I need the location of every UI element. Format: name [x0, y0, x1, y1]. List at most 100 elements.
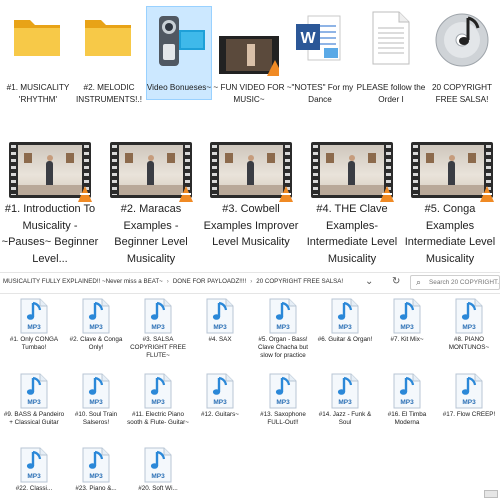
- breadcrumb: MUSICALITY FULLY EXPLAINED!! ~Never miss…: [3, 278, 343, 285]
- file-type-badge: MP3: [213, 399, 227, 406]
- mp3-file-name: #6. Guitar & Organ!: [317, 336, 373, 343]
- music-disc-icon: [434, 10, 490, 70]
- mp3-file-name: #22. Classi...: [15, 485, 53, 492]
- mp3-file-icon: MP3: [144, 298, 172, 334]
- video-thumbnail-4[interactable]: [311, 142, 394, 202]
- resize-grip: [484, 490, 498, 498]
- file-type-badge: MP3: [338, 324, 352, 331]
- mp3-file-name: #5. Organ - Bass! Clave Chacha but slow …: [257, 336, 309, 359]
- mp3-file-icon: MP3: [144, 373, 172, 409]
- mp3-file-name: #13. Saxophone FULL-Out!!: [260, 411, 306, 426]
- mp3-file-name: #1. Only CONGA Tumbao!: [9, 336, 59, 351]
- mp3-file-icon: MP3: [269, 298, 297, 334]
- video-thumbnail-5[interactable]: [411, 142, 494, 202]
- mp3-file-name: #23. Piano &...: [75, 485, 117, 492]
- vlc-cone-icon: [279, 186, 293, 202]
- mp3-file-icon: MP3: [20, 373, 48, 409]
- file-type-badge: MP3: [276, 399, 290, 406]
- file-type-badge: MP3: [151, 324, 165, 331]
- folder-label: #1. MUSICALITY 'RHYTHM': [6, 83, 70, 104]
- breadcrumb-item[interactable]: MUSICALITY FULLY EXPLAINED!! ~Never miss…: [3, 278, 163, 285]
- mp3-file-name: #14. Jazz - Funk & Soul: [318, 411, 372, 426]
- camcorder-icon: [153, 10, 209, 72]
- breadcrumb-separator-icon: ›: [250, 278, 253, 285]
- file-label: PLEASE follow the Order I: [356, 83, 426, 104]
- search-icon: ⌕: [416, 277, 422, 287]
- mp3-file-icon: MP3: [269, 373, 297, 409]
- mp3-file-name: #20. Soft Wi...: [138, 485, 178, 492]
- video-label[interactable]: #2. Maracas Examples - Beginner Level Mu…: [101, 201, 201, 267]
- mp3-file-icon: MP3: [206, 373, 234, 409]
- file-type-badge: MP3: [400, 399, 414, 406]
- folder-icon: [83, 14, 133, 60]
- breadcrumb-item[interactable]: DONE FOR PAYLOADZ!!!!: [173, 278, 246, 285]
- video-thumbnail-3[interactable]: [210, 142, 293, 202]
- vlc-cone-icon: [480, 186, 494, 202]
- video-file-icon: [219, 36, 279, 76]
- file-type-badge: MP3: [276, 324, 290, 331]
- mp3-file-name: #8. PIANO MONTUNOS~: [448, 336, 490, 351]
- breadcrumb-separator-icon: ›: [166, 278, 169, 285]
- mp3-file-icon: MP3: [20, 298, 48, 334]
- file-type-badge: MP3: [462, 399, 476, 406]
- mp3-file-icon: MP3: [393, 298, 421, 334]
- file-label: Video Bonueses~: [146, 83, 212, 92]
- file-label: ~ FUN VIDEO FOR MUSIC~: [213, 83, 285, 104]
- file-type-badge: MP3: [89, 473, 103, 480]
- mp3-file-name: #9. BASS & Pandeiro + Classical Guitar: [3, 411, 65, 426]
- video-label[interactable]: #3. Cowbell Examples Improver Level Musi…: [201, 201, 301, 251]
- mp3-file-icon: MP3: [82, 447, 110, 483]
- vlc-cone-icon: [78, 186, 92, 202]
- file-type-badge: MP3: [400, 324, 414, 331]
- vlc-cone-icon: [179, 186, 193, 202]
- mp3-file-icon: MP3: [331, 373, 359, 409]
- svg-text:W: W: [300, 30, 316, 47]
- mp3-file-name: #4. SAX: [208, 336, 232, 343]
- mp3-file-icon: MP3: [455, 298, 483, 334]
- file-type-badge: MP3: [151, 473, 165, 480]
- mp3-file-icon: MP3: [331, 298, 359, 334]
- file-type-badge: MP3: [27, 324, 41, 331]
- address-bar[interactable]: MUSICALITY FULLY EXPLAINED!! ~Never miss…: [0, 272, 500, 294]
- file-type-badge: MP3: [89, 324, 103, 331]
- search-input[interactable]: [429, 277, 499, 288]
- video-thumbnail-1[interactable]: [9, 142, 92, 202]
- folder-label: #2. MELODIC INSTRUMENTS!.!: [76, 83, 142, 104]
- chevron-down-icon[interactable]: ⌄: [365, 276, 373, 287]
- video-thumbnail-2[interactable]: [110, 142, 193, 202]
- video-label[interactable]: #4. THE Clave Examples- Intermediate Lev…: [302, 201, 402, 267]
- file-label: 20 COPYRIGHT FREE SALSA!: [431, 83, 493, 104]
- folder-icon: [12, 14, 62, 60]
- mp3-file-name: #10. Soul Train Salseros!: [74, 411, 118, 426]
- file-type-badge: MP3: [462, 324, 476, 331]
- search-box[interactable]: ⌕: [410, 275, 500, 290]
- mp3-file-name: #7. Kit Mix~: [390, 336, 424, 343]
- word-document-icon: W: [294, 14, 344, 64]
- mp3-file-icon: MP3: [206, 298, 234, 334]
- mp3-file-name: #3. SALSA COPYRIGHT FREE FLUTE~: [130, 336, 186, 359]
- mp3-file-name: #11. Electric Piano sooth & Flute- Guita…: [127, 411, 189, 426]
- file-type-badge: MP3: [89, 399, 103, 406]
- breadcrumb-item[interactable]: 20 COPYRIGHT FREE SALSA!: [256, 278, 343, 285]
- video-label[interactable]: #1. Introduction To Musicality - ~Pauses…: [0, 201, 100, 267]
- video-label[interactable]: #5. Conga Examples Intermediate Level Mu…: [400, 201, 500, 267]
- mp3-file-name: #16. El Timba Moderna: [387, 411, 427, 426]
- text-document-icon: [371, 10, 411, 66]
- file-type-badge: MP3: [27, 399, 41, 406]
- mp3-file-icon: MP3: [82, 373, 110, 409]
- mp3-file-icon: MP3: [144, 447, 172, 483]
- file-type-badge: MP3: [338, 399, 352, 406]
- file-type-badge: MP3: [27, 473, 41, 480]
- mp3-file-icon: MP3: [455, 373, 483, 409]
- file-label: ~"NOTES" For my Dance: [286, 83, 354, 104]
- mp3-file-name: #17. Flow CREEP!: [442, 411, 496, 418]
- file-type-badge: MP3: [151, 399, 165, 406]
- mp3-file-icon: MP3: [20, 447, 48, 483]
- refresh-icon[interactable]: ↻: [392, 276, 400, 287]
- vlc-cone-icon: [380, 186, 394, 202]
- mp3-file-icon: MP3: [393, 373, 421, 409]
- mp3-file-icon: MP3: [82, 298, 110, 334]
- mp3-file-name: #12. Guitars~: [201, 411, 239, 418]
- file-type-badge: MP3: [213, 324, 227, 331]
- mp3-file-name: #2. Clave & Conga Only!: [69, 336, 123, 351]
